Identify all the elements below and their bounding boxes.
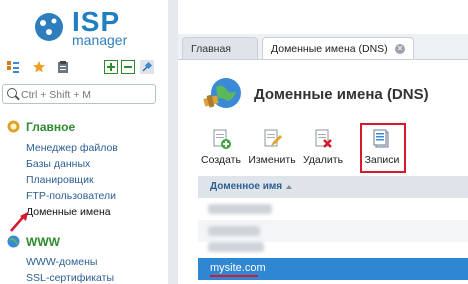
tab-dns[interactable]: Доменные имена (DNS) ✕ (262, 37, 414, 59)
dns-globe-icon (203, 78, 241, 108)
search-icon (7, 88, 17, 98)
left-panel: ISP manager Ctrl + Shift + M Главное Мен… (0, 0, 168, 284)
search-input[interactable] (19, 86, 153, 103)
menu-search[interactable] (2, 84, 156, 104)
close-icon[interactable]: ✕ (395, 44, 405, 54)
records-highlight-box (360, 123, 406, 173)
delete-label: Удалить (302, 154, 344, 166)
sidebar-item-domain-names[interactable]: Доменные имена (26, 206, 111, 218)
redacted-value (208, 242, 264, 252)
collapse-all-icon[interactable] (121, 60, 135, 74)
create-icon (213, 129, 231, 149)
section-main-title[interactable]: Главное (26, 120, 75, 134)
home-section-icon (7, 120, 20, 133)
edit-icon (264, 129, 282, 147)
tab-home-label: Главная (191, 43, 231, 55)
selected-underline-annotation (210, 275, 258, 277)
table-row[interactable] (198, 236, 468, 258)
create-label: Создать (201, 154, 241, 166)
logo-mark-icon (35, 13, 63, 41)
edit-button[interactable]: Изменить (248, 128, 296, 166)
tree-view-icon[interactable] (6, 60, 20, 74)
logo-product: manager (72, 32, 128, 48)
table-header[interactable]: Доменное имя (198, 176, 468, 198)
sidebar-item-ssl-certificates[interactable]: SSL-сертификаты (26, 272, 114, 284)
star-icon[interactable] (32, 60, 46, 74)
table-row[interactable] (198, 198, 468, 220)
page-title: Доменные имена (DNS) (254, 86, 429, 103)
tab-home[interactable]: Главная (182, 37, 258, 59)
red-arrow-annotation (10, 212, 28, 232)
sidebar-toolbar (0, 55, 168, 79)
redacted-value (208, 226, 260, 236)
sidebar-item-databases[interactable]: Базы данных (26, 158, 90, 170)
sidebar-item-ftp-users[interactable]: FTP-пользователи (26, 190, 116, 202)
pin-icon[interactable] (140, 60, 154, 74)
edit-label: Изменить (248, 154, 296, 166)
panel-splitter[interactable] (168, 0, 178, 284)
selected-domain: mysite.com (210, 262, 266, 274)
clipboard-icon[interactable] (56, 60, 70, 74)
delete-icon (315, 129, 332, 148)
column-domain-name[interactable]: Доменное имя (210, 181, 282, 192)
expand-all-icon[interactable] (104, 60, 118, 74)
redacted-value (208, 204, 272, 214)
delete-button[interactable]: Удалить (302, 128, 344, 166)
globe-section-icon (7, 235, 20, 248)
section-www-title[interactable]: WWW (26, 235, 60, 249)
sidebar-item-www-domains[interactable]: WWW-домены (26, 256, 97, 268)
sort-asc-icon (286, 185, 292, 189)
sidebar-item-scheduler[interactable]: Планировщик (26, 174, 94, 186)
create-button[interactable]: Создать (200, 128, 242, 166)
sidebar-item-file-manager[interactable]: Менеджер файлов (26, 142, 118, 154)
tab-dns-label: Доменные имена (DNS) (271, 43, 388, 55)
